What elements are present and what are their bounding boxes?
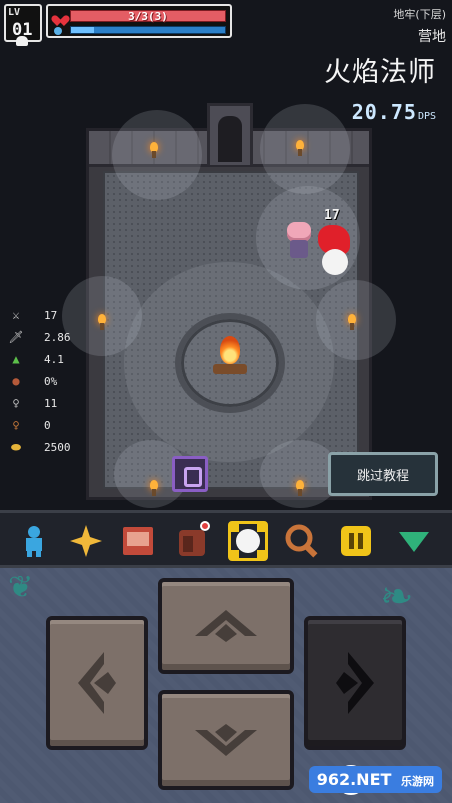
chevron-up-icon [195,610,257,642]
crossed-swords-icon: ⚔ [12,308,20,322]
level-tag: LV [8,7,21,18]
pot-icon: ● [12,374,20,388]
stat-row: ⬬ 2500 [8,436,88,458]
stats-panel: ⚔ 17 🗡 2.86 ▲ 4.1 ● 0% ♀ 11 ♀ 0 ⬬ 2500 [8,304,88,458]
chevron-down-icon [195,724,257,756]
watermark-subtext: 乐游网 [401,775,434,788]
stat-row: 🗡 2.86 [8,326,88,348]
left-arrow-button[interactable] [46,616,148,750]
dps-readout: 20.75DPS [352,100,436,124]
mana-fill [71,27,95,33]
heart-icon [54,11,66,22]
skull-icon [16,36,28,46]
hp-text: 3/3(3) [128,10,168,23]
hit-effect [318,225,352,277]
stat-value: 2.86 [44,330,71,344]
target-icon[interactable] [228,521,268,561]
torch-icon [96,314,108,330]
vine-decoration-icon: ❦ [8,570,34,605]
stat-value: 11 [44,396,58,410]
stat-value: 4.1 [44,352,64,366]
magnifier-icon[interactable] [282,521,322,561]
spellbook-icon[interactable] [118,521,158,561]
mana-icon [54,27,62,35]
campfire-icon[interactable] [213,336,247,380]
sparkle-icon[interactable] [66,521,106,561]
right-arrow-button[interactable] [304,616,406,750]
control-pad: ❦ ❧ 962.NET 乐游网 [0,568,452,803]
vine-decoration-icon: ❧ [380,574,414,620]
up-arrow-button[interactable] [158,578,294,674]
watermark: 962.NET 乐游网 [308,766,442,793]
sword-speed-icon: 🗡 [8,330,24,344]
stat-row: ♀ 0 [8,414,88,436]
stat-value: 0 [44,418,51,432]
hp-bar: 3/3(3) [70,10,226,23]
notification-badge [200,521,210,531]
player-character [284,222,314,258]
skip-tutorial-button[interactable]: 跳过教程 [328,452,438,496]
stat-value: 17 [44,308,58,322]
watermark-text: 962.NET [316,770,392,789]
boot-icon: ▲ [12,352,20,366]
dungeon-door[interactable] [207,103,253,165]
stat-value: 0% [44,374,58,388]
class-title: 火焰法师 [324,57,436,88]
dps-value: 20.75 [351,100,417,124]
dropdown-icon[interactable] [394,521,434,561]
stat-value: 2500 [44,440,71,454]
damage-number: 17 [324,208,340,223]
location-label: 地牢(下层) [393,8,446,21]
torch-icon [148,480,160,496]
skill-bar [0,510,452,568]
torch-icon [294,480,306,496]
dps-unit: DPS [417,111,436,122]
stat-row: ♀ 11 [8,392,88,414]
torch-icon [346,314,358,330]
stat-row: ⚔ 17 [8,304,88,326]
stat-row: ▲ 4.1 [8,348,88,370]
sublocation-label: 营地 [418,29,446,45]
mana-bar [70,26,226,34]
pause-icon[interactable] [336,521,376,561]
stat-row: ● 0% [8,370,88,392]
gold-coin-icon: ⬬ [10,439,22,454]
locked-chest[interactable] [172,456,208,492]
silver-key-icon: ♀ [12,396,20,410]
character-icon[interactable] [14,521,54,561]
down-arrow-button[interactable] [158,690,294,790]
status-bars: 3/3(3) [46,4,232,38]
bronze-key-icon: ♀ [12,418,20,432]
backpack-icon[interactable] [172,521,212,561]
chevron-right-icon [336,652,374,714]
game-viewport[interactable]: 17 LV 01 3/3(3) 地牢(下层) 营地 火焰法师 20.75DPS … [0,0,452,510]
torch-icon [294,140,306,156]
chevron-left-icon [78,652,116,714]
torch-icon [148,142,160,158]
